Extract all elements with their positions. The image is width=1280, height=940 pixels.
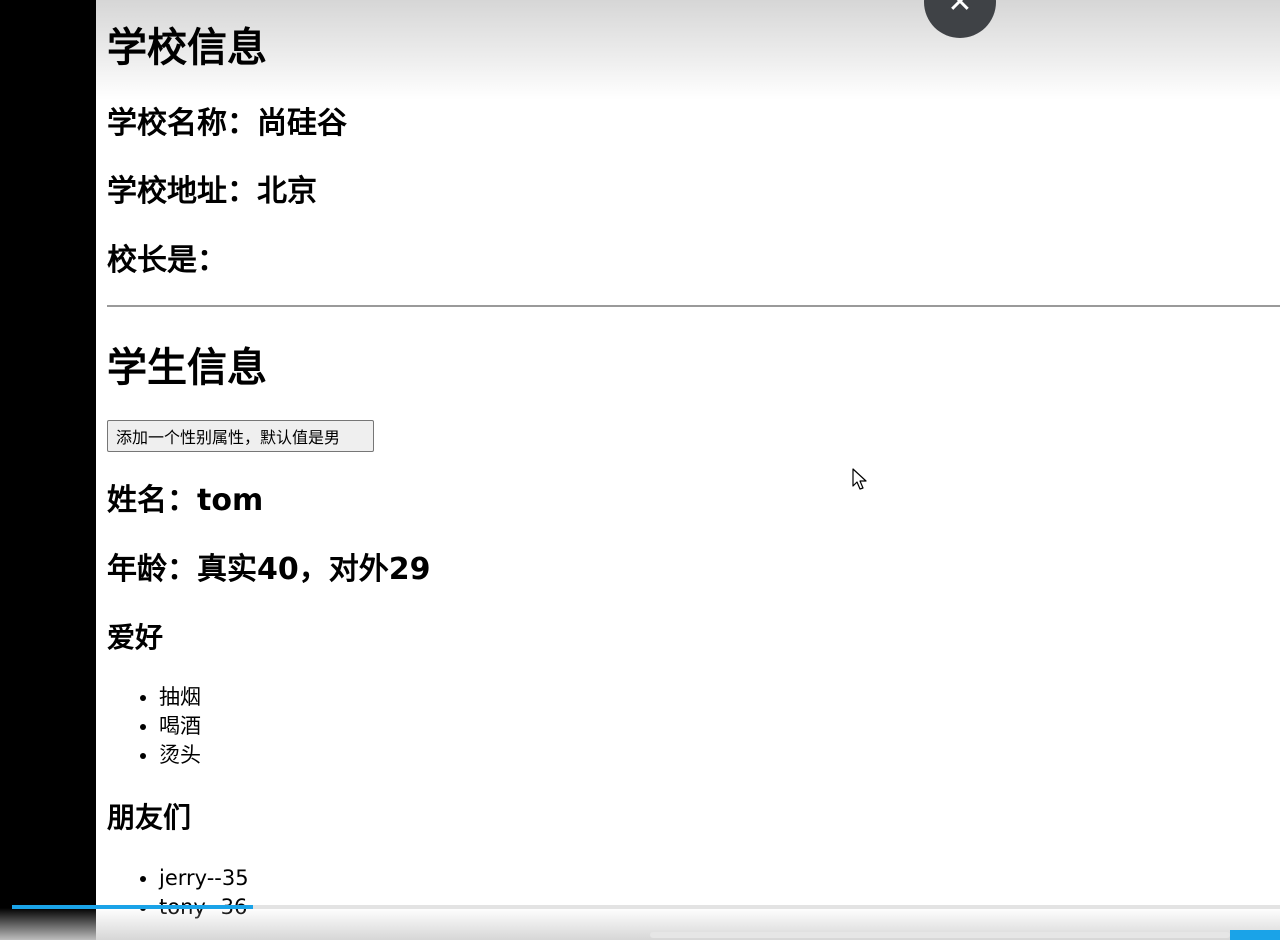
add-sex-button[interactable]: 添加一个性别属性，默认值是男: [107, 420, 374, 452]
vue-demo-page: 学校信息 学校名称：尚硅谷 学校地址：北京 校长是： 学生信息 添加一个性别属性…: [107, 0, 1280, 940]
student-heading: 学生信息: [107, 345, 267, 391]
hobbies-list: 抽烟 喝酒 烫头: [159, 683, 201, 770]
school-address: 学校地址：北京: [107, 174, 317, 209]
left-black-strip: [0, 0, 96, 940]
student-name: 姓名：tom: [107, 483, 264, 518]
school-heading: 学校信息: [107, 25, 267, 71]
school-principal: 校长是：: [107, 243, 227, 278]
corner-indicator: [1230, 930, 1280, 940]
list-item: 烫头: [159, 741, 201, 770]
hobbies-heading: 爱好: [107, 621, 164, 654]
student-age: 年龄：真实40，对外29: [107, 552, 431, 587]
mouse-cursor-icon: [852, 468, 867, 490]
list-item: 喝酒: [159, 712, 201, 741]
friends-heading: 朋友们: [107, 801, 192, 834]
section-divider: [107, 305, 1280, 307]
list-item: 抽烟: [159, 683, 201, 712]
list-item: jerry--35: [159, 864, 249, 893]
video-progress-fill[interactable]: [12, 905, 253, 909]
bottom-scroll-track: [650, 932, 1230, 938]
school-name: 学校名称：尚硅谷: [107, 106, 347, 141]
